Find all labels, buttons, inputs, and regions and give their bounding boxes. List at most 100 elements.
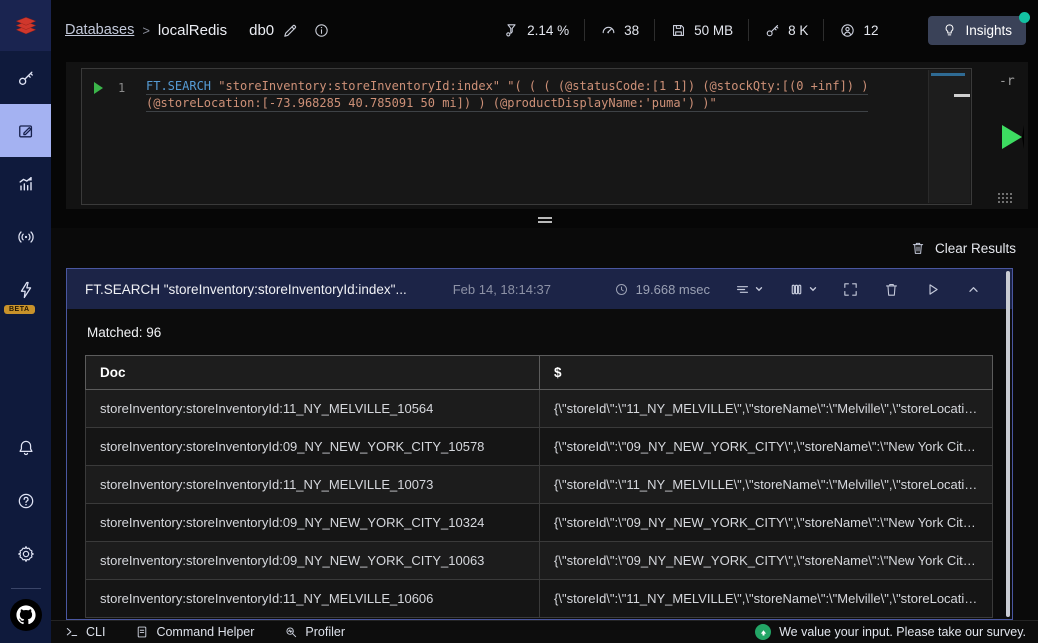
sidebar-item-github[interactable] [9, 599, 42, 631]
code-line[interactable]: FT.SEARCH "storeInventory:storeInventory… [146, 78, 868, 95]
stat-storage: 50 MB [670, 22, 733, 39]
value-cell: {\"storeId\":\"09_NY_NEW_YORK_CITY\",\"s… [539, 541, 993, 580]
code-line[interactable]: (@storeLocation:[-73.968285 40.785091 50… [146, 95, 868, 112]
bottom-bar: CLI Command Helper Profiler We value you… [51, 620, 1038, 643]
column-header-value[interactable]: $ [539, 355, 993, 390]
workbench-icon [18, 124, 32, 137]
value-cell: {\"storeId\":\"11_NY_MELVILLE\",\"storeN… [539, 465, 993, 504]
insights-notification-dot [1019, 11, 1030, 23]
info-icon [315, 23, 328, 37]
terminal-icon [66, 627, 78, 637]
query-result-card: FT.SEARCH "storeInventory:storeInventory… [66, 268, 1013, 620]
sidebar-item-notifications[interactable] [0, 421, 51, 474]
clear-results-button[interactable]: Clear Results [910, 240, 1016, 256]
doc-cell: storeInventory:storeInventoryId:11_NY_ME… [85, 389, 540, 428]
insights-button[interactable]: Insights [928, 11, 1030, 45]
fullscreen-button[interactable] [842, 281, 859, 298]
clear-results-icon [912, 242, 924, 254]
beta-badge: BETA [4, 305, 35, 314]
chevron-up-icon [969, 286, 978, 292]
cli-button[interactable]: CLI [65, 625, 105, 639]
table-row[interactable]: storeInventory:storeInventoryId:09_NY_NE… [85, 427, 993, 466]
profiler-label: Profiler [305, 625, 346, 639]
sidebar-item-pubsub[interactable] [0, 210, 51, 263]
editor-gutter: 1 [82, 79, 146, 97]
command-helper-label: Command Helper [156, 625, 255, 639]
triggers-functions-icon [20, 281, 31, 298]
survey-link[interactable]: We value your input. Please take our sur… [755, 624, 1026, 640]
view-mode-button[interactable] [734, 281, 764, 298]
sidebar-item-settings[interactable] [0, 527, 51, 580]
minimap-slider[interactable] [954, 94, 970, 97]
redis-logo[interactable] [0, 0, 51, 51]
profiler-button[interactable]: Profiler [284, 625, 345, 639]
edit-db-alias-button[interactable] [282, 22, 299, 39]
redisinsight-app: BETA Databases > localRedis db0 2.14 % 3… [0, 0, 1038, 643]
code-lines: FT.SEARCH "storeInventory:storeInventory… [146, 78, 868, 112]
run-line-icon[interactable] [94, 82, 103, 94]
panel-splitter[interactable] [66, 217, 1028, 223]
minimap-code-line [931, 73, 965, 76]
stat-commands: 38 [600, 22, 639, 39]
sidebar-item-browser[interactable] [0, 51, 51, 104]
query-card-header[interactable]: FT.SEARCH "storeInventory:storeInventory… [67, 269, 1012, 309]
table-row[interactable]: storeInventory:storeInventoryId:11_NY_ME… [85, 465, 993, 504]
clients-icon [841, 23, 855, 37]
storage-icon [673, 24, 685, 36]
cpu-icon [506, 23, 516, 36]
table-row[interactable]: storeInventory:storeInventoryId:09_NY_NE… [85, 503, 993, 542]
redis-logo-icon [15, 16, 36, 34]
sidebar-item-triggers-functions[interactable]: BETA [0, 263, 51, 316]
table-row[interactable]: storeInventory:storeInventoryId:09_NY_NE… [85, 541, 993, 580]
insights-label: Insights [965, 22, 1012, 38]
sidebar: BETA [0, 0, 51, 643]
top-bar: Databases > localRedis db0 2.14 % 38 50 … [51, 0, 1038, 60]
analytics-icon [18, 176, 32, 191]
raw-mode-icon [736, 285, 749, 293]
value-cell: {\"storeId\":\"09_NY_NEW_YORK_CITY\",\"s… [539, 503, 993, 542]
stat-divider [823, 19, 825, 41]
table-row[interactable]: storeInventory:storeInventoryId:11_NY_ME… [85, 579, 993, 618]
chevron-down-icon [809, 287, 817, 292]
stat-keys-value: 8 K [788, 22, 809, 38]
sidebar-item-workbench[interactable] [0, 104, 51, 157]
query-editor[interactable]: 1 FT.SEARCH "storeInventory:storeInvento… [81, 68, 972, 205]
breadcrumb-db-name: localRedis [157, 21, 228, 39]
run-query-button[interactable] [1002, 125, 1024, 149]
editor-minimap[interactable] [928, 70, 970, 203]
breadcrumb-databases-link[interactable]: Databases [65, 22, 134, 38]
stat-commands-value: 38 [624, 22, 640, 38]
db-info-button[interactable] [313, 22, 330, 39]
help-icon [18, 493, 33, 508]
table-row[interactable]: storeInventory:storeInventoryId:11_NY_ME… [85, 389, 993, 428]
run-hint-label: -r [999, 74, 1015, 89]
group-results-button[interactable] [788, 281, 818, 298]
stat-storage-value: 50 MB [694, 22, 734, 38]
document-icon [138, 626, 147, 638]
sidebar-item-help[interactable] [0, 474, 51, 527]
delete-result-button[interactable] [883, 281, 900, 298]
command-helper-button[interactable]: Command Helper [135, 625, 254, 639]
results-scrollbar[interactable] [1006, 271, 1010, 617]
stat-divider [584, 19, 586, 41]
keys-icon [766, 24, 779, 36]
chevron-down-icon [755, 287, 763, 292]
settings-gear-icon [17, 545, 34, 562]
value-cell: {\"storeId\":\"11_NY_MELVILLE\",\"storeN… [539, 389, 993, 428]
collapse-result-button[interactable] [965, 281, 982, 298]
sidebar-item-analytics[interactable] [0, 157, 51, 210]
commands-per-sec-icon [602, 26, 615, 33]
results-panel: Clear Results FT.SEARCH "storeInventory:… [51, 228, 1038, 620]
stat-divider [748, 19, 750, 41]
editor-resize-handle[interactable] [998, 193, 1014, 205]
rerun-query-button[interactable] [924, 281, 941, 298]
matched-count: Matched: 96 [87, 325, 162, 340]
query-timestamp: Feb 14, 18:14:37 [452, 281, 552, 297]
stat-cpu: 2.14 % [503, 22, 569, 39]
doc-cell: storeInventory:storeInventoryId:11_NY_ME… [85, 579, 540, 618]
query-card-actions: 19.668 msec [614, 281, 982, 298]
column-header-doc[interactable]: Doc [85, 355, 540, 390]
stat-clients-value: 12 [863, 22, 879, 38]
stat-divider [654, 19, 656, 41]
stat-keys: 8 K [764, 22, 808, 39]
